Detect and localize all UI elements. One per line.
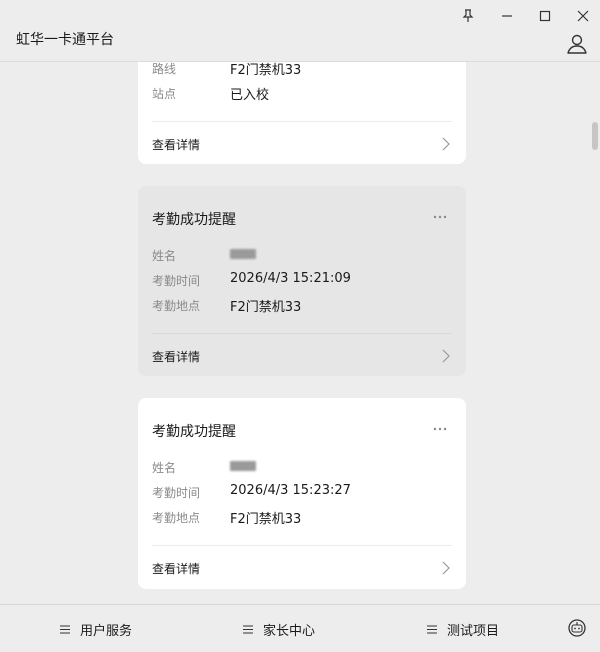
row-label: 姓名 [152,249,177,263]
title-bar: 虹华一卡通平台 [0,0,600,62]
row-label: 考勤时间 [152,274,201,288]
pin-icon[interactable] [458,6,478,26]
scrollbar-thumb[interactable] [592,122,598,150]
user-icon[interactable] [566,33,588,55]
message-list: 路线 F2门禁机33 站点 已入校 查看详情 考勤成功提醒 姓名 考勤时间 20… [0,62,600,604]
card-divider [152,121,452,122]
row-value: 2026/4/3 15:23:27 [230,483,351,498]
row-label: 站点 [152,87,177,101]
minimize-icon[interactable] [497,6,517,26]
row-value: 已入校 [230,88,270,103]
close-icon[interactable] [573,6,593,26]
card-divider [152,545,452,546]
app-title: 虹华一卡通平台 [16,32,114,48]
view-detail-link[interactable]: 查看详情 [152,136,200,153]
menu-icon [427,624,437,634]
chevron-right-icon[interactable] [442,349,450,363]
card-title: 考勤成功提醒 [152,424,236,440]
nav-parent-center[interactable]: 家长中心 [243,605,315,652]
row-value: F2门禁机33 [230,300,302,315]
name-value-redacted [230,458,256,473]
nav-test-project[interactable]: 测试项目 [427,605,499,652]
menu-icon [243,624,253,634]
message-card: 考勤成功提醒 姓名 考勤时间 2026/4/3 15:23:27 考勤地点 F2… [138,398,466,589]
view-detail-link[interactable]: 查看详情 [152,560,200,577]
card-divider [152,333,452,334]
more-icon[interactable] [432,426,448,432]
robot-icon[interactable] [567,618,587,638]
message-card: 考勤成功提醒 姓名 考勤时间 2026/4/3 15:21:09 考勤地点 F2… [138,186,466,376]
more-icon[interactable] [432,214,448,220]
nav-label: 用户服务 [80,623,133,639]
chevron-right-icon[interactable] [442,137,450,151]
name-value-redacted [230,246,256,261]
card-title: 考勤成功提醒 [152,212,236,228]
row-label: 考勤地点 [152,511,201,525]
row-value: 2026/4/3 15:21:09 [230,271,351,286]
row-value: F2门禁机33 [230,63,302,78]
view-detail-link[interactable]: 查看详情 [152,348,200,365]
nav-label: 家长中心 [263,623,316,639]
bottom-nav: 用户服务 家长中心 测试项目 [0,604,600,652]
nav-label: 测试项目 [447,623,500,639]
row-label: 路线 [152,62,177,76]
maximize-icon[interactable] [535,6,555,26]
row-label: 考勤地点 [152,299,201,313]
nav-user-service[interactable]: 用户服务 [60,605,132,652]
row-value: F2门禁机33 [230,512,302,527]
message-card: 路线 F2门禁机33 站点 已入校 查看详情 [138,62,466,164]
row-label: 考勤时间 [152,486,201,500]
row-label: 姓名 [152,461,177,475]
chevron-right-icon[interactable] [442,561,450,575]
menu-icon [60,624,70,634]
